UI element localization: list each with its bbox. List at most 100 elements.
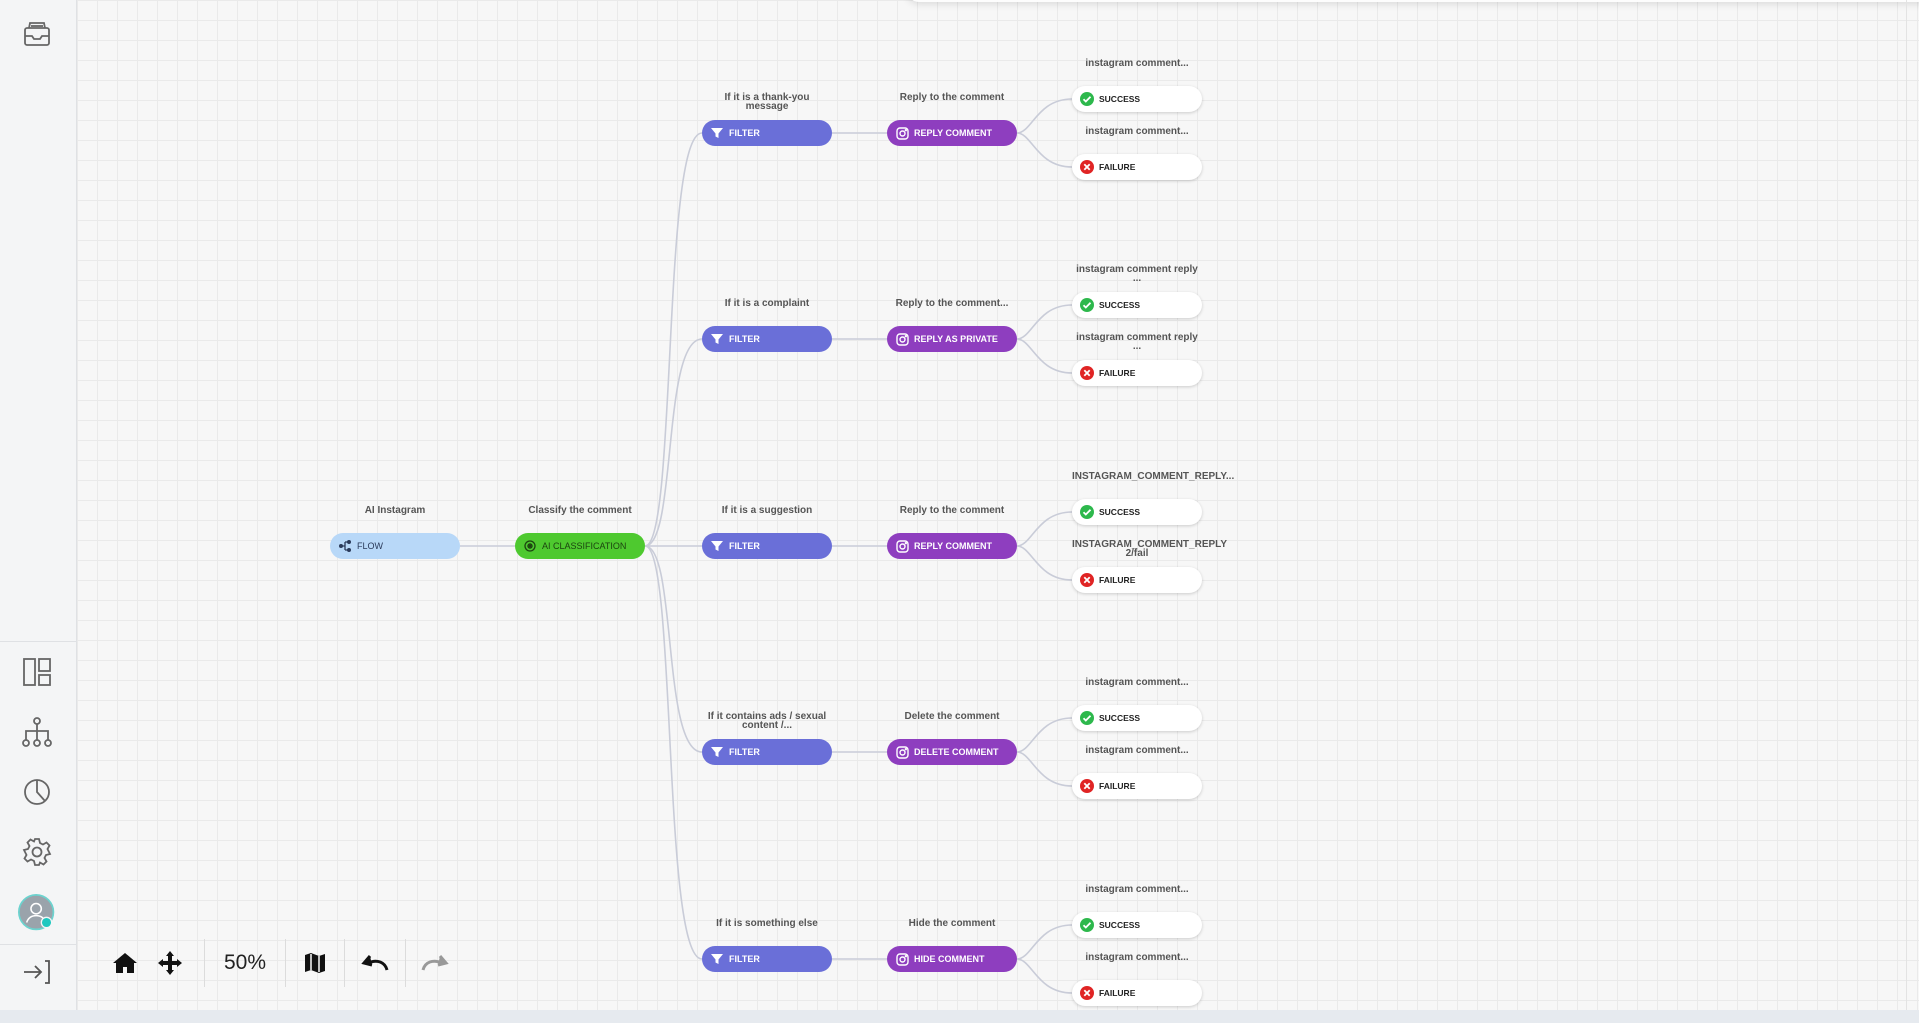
edge-line [1016,511,1073,547]
x-circle-icon [1080,986,1094,1000]
redo-button[interactable] [406,940,464,985]
node-label: FAILURE [1099,162,1136,172]
instagram-action-node[interactable]: HIDE COMMENT [887,946,1017,972]
node-title-filter: If it is a suggestion [721,505,813,516]
node-label: FAILURE [1099,368,1136,378]
pan-button[interactable] [150,940,190,985]
node-title-filter: If it is something else [716,918,818,929]
node-label: FAILURE [1099,575,1136,585]
failure-node[interactable]: FAILURE [1072,773,1202,799]
settings-button[interactable] [18,833,56,871]
flows-button[interactable] [18,713,56,751]
edge-line [1016,98,1073,134]
node-label: FILTER [729,541,760,551]
instagram-action-node[interactable]: REPLY AS PRIVATE [887,326,1017,352]
minimap-button[interactable] [286,940,344,985]
node-label: FAILURE [1099,781,1136,791]
edge-line [644,545,703,960]
success-node[interactable]: SUCCESS [1072,292,1202,318]
node-label: SUCCESS [1099,507,1141,517]
node-label: FILTER [729,128,760,138]
dashboard-button[interactable] [18,653,56,691]
logout-button[interactable] [18,953,56,991]
check-circle-icon [1080,505,1094,519]
failure-node[interactable]: FAILURE [1072,154,1202,180]
sidebar-divider-bottom [0,944,76,945]
node-title-success: instagram comment... [1085,677,1189,688]
edge-line [644,132,703,547]
undo-button[interactable] [345,940,405,985]
check-circle-icon [1080,92,1094,106]
flow-node[interactable]: FLOW [330,533,460,559]
node-label: FLOW [357,541,383,551]
node-label: HIDE COMMENT [914,954,985,964]
flow-icon [338,539,352,553]
user-avatar-button[interactable] [18,894,56,932]
redo-icon [421,954,449,970]
filter-icon [710,745,724,759]
success-node[interactable]: SUCCESS [1072,705,1202,731]
gear-icon [22,838,52,866]
x-circle-icon [1080,160,1094,174]
node-title-filter: If it is a thank-you message [724,92,810,112]
node-label: DELETE COMMENT [914,747,999,757]
filter-icon [710,126,724,140]
instagram-action-node[interactable]: DELETE COMMENT [887,739,1017,765]
node-title-failure: instagram comment... [1085,952,1189,963]
x-circle-icon [1080,779,1094,793]
inbox-button[interactable] [18,15,56,53]
node-label: AI CLASSIFICATION [542,541,627,551]
success-node[interactable]: SUCCESS [1072,912,1202,938]
instagram-icon [895,745,909,759]
zoom-level[interactable]: 50% [205,951,285,975]
instagram-icon [895,332,909,346]
node-title-action: Reply to the comment [899,505,1005,516]
node-title-success: instagram comment... [1085,884,1189,895]
node-label: FILTER [729,334,760,344]
failure-node[interactable]: FAILURE [1072,360,1202,386]
check-circle-icon [1080,918,1094,932]
node-label: REPLY AS PRIVATE [914,334,998,344]
success-node[interactable]: SUCCESS [1072,499,1202,525]
app-root: AI Instagram FLOW Classify the comment A… [0,0,1919,1023]
instagram-action-node[interactable]: REPLY COMMENT [887,120,1017,146]
node-title-success: instagram comment reply ... [1076,264,1198,284]
node-title-classify: Classify the comment [528,505,632,516]
edge-line [644,338,703,547]
undo-icon [361,954,389,970]
failure-node[interactable]: FAILURE [1072,567,1202,593]
edge-line [1016,338,1073,374]
node-title-filter: If it contains ads / sexual content /... [707,711,827,731]
edge-line [644,545,703,753]
edge-line [1016,751,1073,787]
analytics-button[interactable] [18,773,56,811]
ai-brain-icon [523,539,537,553]
filter-node[interactable]: FILTER [702,533,832,559]
filter-node[interactable]: FILTER [702,120,832,146]
node-title-action: Hide the comment [908,918,996,929]
ai-classification-node[interactable]: AI CLASSIFICATION [515,533,645,559]
failure-node[interactable]: FAILURE [1072,980,1202,1006]
instagram-action-node[interactable]: REPLY COMMENT [887,533,1017,559]
check-circle-icon [1080,711,1094,725]
node-title-failure: instagram comment... [1085,745,1189,756]
flow-canvas[interactable]: AI Instagram FLOW Classify the comment A… [77,0,1919,1010]
filter-node[interactable]: FILTER [702,326,832,352]
node-title-failure: instagram comment... [1085,126,1189,137]
node-label: FAILURE [1099,988,1136,998]
node-title-failure: instagram comment reply ... [1076,332,1198,352]
edge-line [1016,545,1073,581]
edge-line [1016,924,1073,960]
node-label: REPLY COMMENT [914,128,993,138]
canvas-right-border [1906,0,1907,1010]
filter-icon [710,952,724,966]
dashboard-layout-icon [23,658,51,686]
home-button[interactable] [100,940,150,985]
bottom-strip [0,1010,1919,1023]
x-circle-icon [1080,573,1094,587]
edge-line [1016,304,1073,340]
filter-node[interactable]: FILTER [702,946,832,972]
filter-node[interactable]: FILTER [702,739,832,765]
success-node[interactable]: SUCCESS [1072,86,1202,112]
node-title-action: Reply to the comment... [895,298,1009,309]
